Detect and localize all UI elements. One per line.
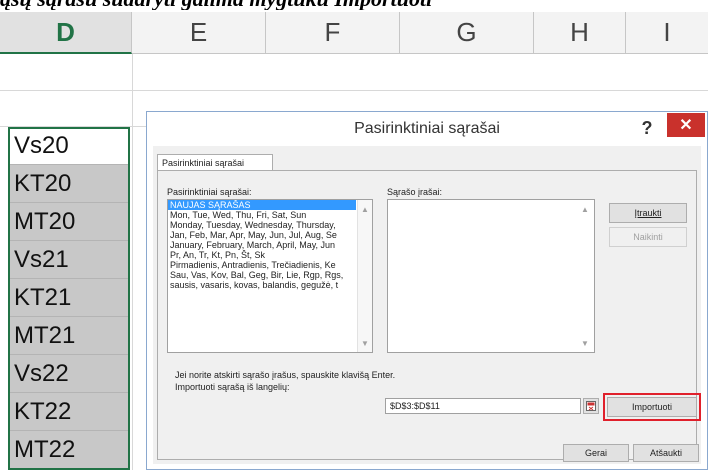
chevron-down-icon[interactable]: ▼ xyxy=(580,338,590,348)
cell-d10[interactable]: KT22 xyxy=(8,393,130,431)
column-header-d[interactable]: D xyxy=(0,12,132,54)
list-item[interactable]: Mon, Tue, Wed, Thu, Fri, Sat, Sun xyxy=(168,210,356,220)
cancel-button[interactable]: Atšaukti xyxy=(633,444,699,462)
cell-d6[interactable]: Vs21 xyxy=(8,241,130,279)
hint-text: Jei norite atskirti sąrašo įrašus, spaus… xyxy=(175,370,396,380)
custom-lists-dialog: Pasirinktiniai sąrašai ? ✕ Pasirinktinia… xyxy=(146,111,708,470)
dialog-titlebar[interactable]: Pasirinktiniai sąrašai xyxy=(147,112,707,146)
row-line xyxy=(0,90,708,91)
cell-d9[interactable]: Vs22 xyxy=(8,355,130,393)
lists-label: Pasirinktiniai sąrašai: xyxy=(167,187,252,197)
chevron-up-icon[interactable]: ▲ xyxy=(580,204,590,214)
entries-label: Sąrašo įrašai: xyxy=(387,187,443,197)
custom-lists-listbox[interactable]: NAUJAS SĄRAŠAS Mon, Tue, Wed, Thu, Fri, … xyxy=(167,199,373,353)
chevron-up-icon[interactable]: ▲ xyxy=(360,204,370,214)
column-header-i[interactable]: I xyxy=(626,12,708,54)
document-text-line: ąsų sąrašu sudaryti galima mygtuku Impor… xyxy=(0,0,708,10)
list-scrollbar[interactable]: ▲ ▼ xyxy=(357,200,372,352)
cell-d8[interactable]: MT21 xyxy=(8,317,130,355)
chevron-down-icon[interactable]: ▼ xyxy=(360,338,370,348)
cell-d11[interactable]: MT22 xyxy=(8,431,130,469)
cell-d5[interactable]: MT20 xyxy=(8,203,130,241)
import-label: Importuoti sąrašą iš langelių: xyxy=(175,382,290,392)
ok-button[interactable]: Gerai xyxy=(563,444,629,462)
dialog-title: Pasirinktiniai sąrašai xyxy=(354,120,500,137)
import-range-input[interactable]: $D$3:$D$11 xyxy=(385,398,581,414)
column-header-f[interactable]: F xyxy=(266,12,400,54)
list-item[interactable]: NAUJAS SĄRAŠAS xyxy=(168,200,356,210)
cell-d3[interactable]: Vs20 xyxy=(8,127,130,165)
list-item[interactable]: Monday, Tuesday, Wednesday, Thursday, xyxy=(168,220,356,230)
range-picker-icon[interactable] xyxy=(583,398,599,414)
list-item[interactable]: Jan, Feb, Mar, Apr, May, Jun, Jul, Aug, … xyxy=(168,230,356,240)
list-item[interactable]: Pr, An, Tr, Kt, Pn, Št, Sk xyxy=(168,250,356,260)
list-item[interactable]: January, February, March, April, May, Ju… xyxy=(168,240,356,250)
column-header-g[interactable]: G xyxy=(400,12,534,54)
list-item[interactable]: Pirmadienis, Antradienis, Trečiadienis, … xyxy=(168,260,356,270)
column-header-e[interactable]: E xyxy=(132,12,266,54)
column-line xyxy=(132,54,133,470)
dialog-body: Pasirinktiniai sąrašai Pasirinktiniai są… xyxy=(153,146,701,464)
tab-custom-lists[interactable]: Pasirinktiniai sąrašai xyxy=(157,154,273,170)
cell-d7[interactable]: KT21 xyxy=(8,279,130,317)
list-entries-textarea[interactable]: ▲ ▼ xyxy=(387,199,595,353)
add-button[interactable]: Įtraukti xyxy=(609,203,687,223)
import-button[interactable]: Importuoti xyxy=(607,397,697,417)
list-item[interactable]: Sau, Vas, Kov, Bal, Geg, Bir, Lie, Rgp, … xyxy=(168,270,356,280)
delete-button[interactable]: Naikinti xyxy=(609,227,687,247)
cell-d4[interactable]: KT20 xyxy=(8,165,130,203)
list-item[interactable]: sausis, vasaris, kovas, balandis, gegužė… xyxy=(168,280,356,290)
close-button[interactable]: ✕ xyxy=(667,113,705,137)
help-button[interactable]: ? xyxy=(635,117,659,139)
column-header-h[interactable]: H xyxy=(534,12,626,54)
